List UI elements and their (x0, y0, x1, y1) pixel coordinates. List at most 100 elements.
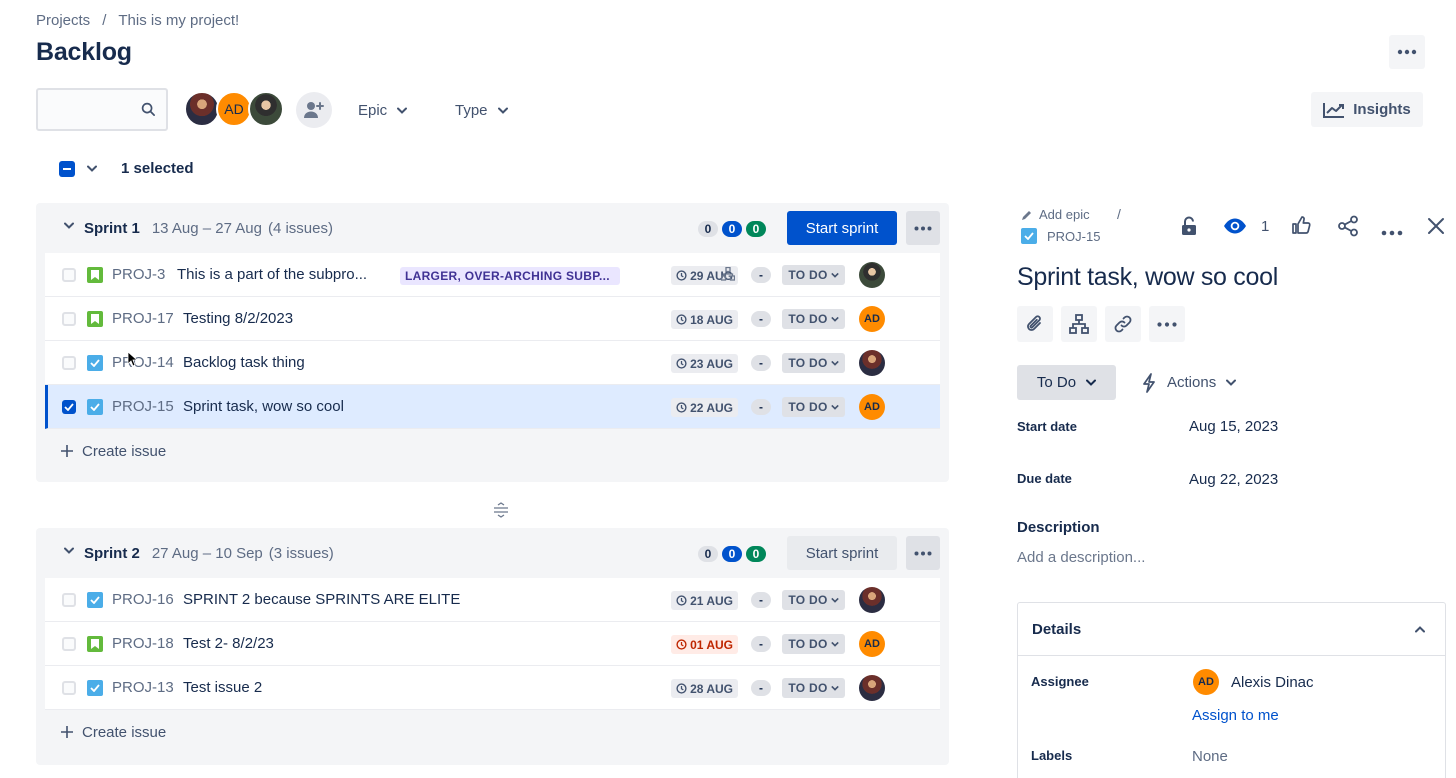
story-points-badge[interactable]: - (751, 311, 771, 327)
share-button[interactable] (1337, 215, 1359, 240)
chevron-down-icon[interactable] (64, 222, 74, 229)
select-all-checkbox[interactable] (59, 160, 75, 177)
issue-checkbox[interactable] (62, 267, 76, 282)
epic-lozenge[interactable]: LARGER, OVER-ARCHING SUBP... (400, 267, 620, 285)
actions-dropdown[interactable]: Actions (1141, 365, 1237, 400)
start-sprint-button[interactable]: Start sprint (787, 211, 897, 245)
watch-button[interactable]: 1 (1223, 217, 1269, 235)
status-dropdown[interactable]: TO DO (782, 634, 845, 654)
issue-status-dropdown[interactable]: To Do (1017, 365, 1116, 400)
page-more-button[interactable] (1389, 35, 1425, 69)
issue-checkbox[interactable] (62, 680, 76, 695)
labels-label: Labels (1031, 748, 1073, 763)
epic-filter-dropdown[interactable]: Epic (358, 97, 408, 123)
sprint-more-button[interactable] (906, 211, 940, 245)
attach-button[interactable] (1017, 306, 1053, 342)
close-panel-button[interactable] (1427, 217, 1445, 238)
issue-row[interactable]: PROJ-17 Testing 8/2/2023 18 AUG - TO DO … (45, 297, 940, 341)
due-date-text: 23 AUG (690, 356, 733, 371)
status-dropdown[interactable]: TO DO (782, 590, 845, 610)
create-issue-button[interactable]: Create issue (36, 429, 949, 473)
assignee-avatar[interactable]: AD (859, 306, 885, 332)
status-dropdown[interactable]: TO DO (782, 353, 845, 373)
issue-row[interactable]: PROJ-18 Test 2- 8/2/23 01 AUG - TO DO AD (45, 622, 940, 666)
thumbs-up-icon (1292, 216, 1311, 234)
lightning-icon (1143, 372, 1155, 393)
issue-key[interactable]: PROJ-17 (112, 310, 174, 327)
issue-key[interactable]: PROJ-16 (112, 591, 174, 608)
detail-more-button[interactable] (1381, 223, 1403, 239)
issue-checkbox[interactable] (62, 592, 76, 607)
assignee-avatar[interactable] (859, 587, 885, 613)
details-header[interactable]: Details (1018, 603, 1445, 656)
story-points-badge[interactable]: - (751, 680, 771, 696)
issue-row[interactable]: PROJ-14 Backlog task thing 23 AUG - TO D… (45, 341, 940, 385)
start-date-value[interactable]: Aug 15, 2023 (1189, 418, 1278, 435)
more-actions-button[interactable] (1149, 306, 1185, 342)
vote-button[interactable] (1291, 215, 1311, 238)
insights-button[interactable]: Insights (1311, 92, 1423, 127)
issue-key[interactable]: PROJ-13 (112, 679, 174, 696)
issue-row-selected[interactable]: PROJ-15 Sprint task, wow so cool 22 AUG … (45, 385, 940, 429)
sprint-more-button[interactable] (906, 536, 940, 570)
issue-row[interactable]: PROJ-16 SPRINT 2 because SPRINTS ARE ELI… (45, 578, 940, 622)
issue-title[interactable]: Sprint task, wow so cool (1017, 263, 1278, 292)
add-child-issue-button[interactable] (1061, 306, 1097, 342)
assignee-avatar[interactable]: AD (859, 394, 885, 420)
avatar-filter-user-2[interactable]: AD (216, 91, 252, 127)
labels-value[interactable]: None (1192, 748, 1228, 765)
breadcrumb-project-link[interactable]: This is my project! (118, 12, 239, 29)
status-dropdown[interactable]: TO DO (782, 309, 845, 329)
create-issue-button[interactable]: Create issue (36, 710, 949, 754)
avatar-filter-user-1[interactable] (184, 91, 220, 127)
task-icon (87, 398, 103, 415)
issue-checkbox[interactable] (62, 636, 76, 651)
chevron-down-icon[interactable] (87, 165, 97, 172)
issue-key[interactable]: PROJ-3 (112, 266, 165, 283)
start-sprint-button[interactable]: Start sprint (787, 536, 897, 570)
story-points-badge[interactable]: - (751, 592, 771, 608)
status-dropdown[interactable]: TO DO (782, 397, 845, 417)
task-icon (87, 354, 103, 371)
story-points-badge[interactable]: - (751, 267, 771, 283)
story-points-badge[interactable]: - (751, 399, 771, 415)
assignee-avatar[interactable] (859, 350, 885, 376)
breadcrumb-projects-link[interactable]: Projects (36, 12, 90, 29)
issue-checkbox-checked[interactable] (62, 399, 76, 414)
todo-count-badge: 0 (698, 221, 718, 237)
assignee-avatar: AD (1193, 669, 1219, 695)
link-issue-button[interactable] (1105, 306, 1141, 342)
story-points-badge[interactable]: - (751, 636, 771, 652)
assignee-avatar[interactable] (859, 262, 885, 288)
restrict-button[interactable] (1180, 216, 1198, 239)
more-horizontal-icon (1157, 321, 1177, 327)
add-people-button[interactable] (296, 92, 332, 128)
issue-row[interactable]: PROJ-3 This is a part of the subpro... L… (45, 253, 940, 297)
assign-to-me-link[interactable]: Assign to me (1192, 707, 1279, 724)
status-dropdown[interactable]: TO DO (782, 265, 845, 285)
due-date-value[interactable]: Aug 22, 2023 (1189, 471, 1278, 488)
resize-handle-icon[interactable] (492, 502, 510, 518)
story-points-badge[interactable]: - (751, 355, 771, 371)
issue-key[interactable]: PROJ-14 (112, 354, 174, 371)
issue-checkbox[interactable] (62, 355, 76, 370)
status-dropdown[interactable]: TO DO (782, 678, 845, 698)
search-input[interactable] (38, 90, 138, 129)
issue-key[interactable]: PROJ-15 (112, 398, 174, 415)
add-epic-link[interactable]: Add epic (1021, 207, 1090, 222)
assignee-avatar[interactable] (859, 675, 885, 701)
issue-row[interactable]: PROJ-13 Test issue 2 28 AUG - TO DO (45, 666, 940, 710)
type-filter-dropdown[interactable]: Type (455, 97, 508, 123)
details-panel: Details Assignee AD Alexis Dinac Assign … (1017, 602, 1446, 778)
description-input[interactable]: Add a description... (1017, 549, 1145, 566)
assignee-field[interactable]: AD Alexis Dinac (1193, 669, 1314, 695)
breadcrumb: Projects / This is my project! (36, 12, 239, 29)
issue-checkbox[interactable] (62, 311, 76, 326)
sprint-header: Sprint 1 13 Aug – 27 Aug (4 issues) 0 0 … (36, 203, 949, 253)
issue-key[interactable]: PROJ-18 (112, 635, 174, 652)
chevron-down-icon[interactable] (64, 547, 74, 554)
assignee-avatar[interactable]: AD (859, 631, 885, 657)
avatar-filter-user-3[interactable] (248, 91, 284, 127)
detail-issue-key-link[interactable]: PROJ-15 (1021, 228, 1100, 244)
chevron-down-icon (1086, 379, 1097, 386)
